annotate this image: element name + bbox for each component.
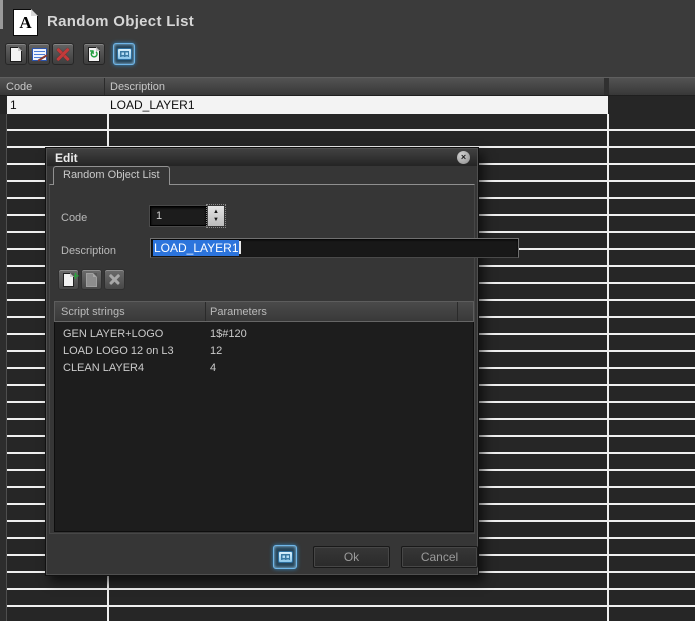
cell-script: GEN LAYER+LOGO <box>63 326 163 343</box>
ok-button[interactable]: Ok <box>313 546 390 568</box>
window-edge-highlight <box>0 0 3 29</box>
refresh-page-icon: ↻ <box>88 47 100 62</box>
script-row[interactable]: LOAD LOGO 12 on L3 12 <box>55 343 473 360</box>
code-label: Code <box>61 212 87 224</box>
edit-list-icon <box>32 48 47 61</box>
cancel-button[interactable]: Cancel <box>401 546 478 568</box>
dialog-keypad-button[interactable] <box>273 545 297 569</box>
dialog-title: Edit <box>55 151 78 165</box>
script-table-header: Script strings Parameters <box>54 301 474 322</box>
keypad-button[interactable] <box>113 43 135 65</box>
delete-icon <box>55 46 71 62</box>
description-input[interactable]: LOAD_LAYER1 <box>150 238 519 258</box>
column-header-parameters[interactable]: Parameters <box>210 302 267 322</box>
row-gutter <box>0 114 7 621</box>
delete-record-button[interactable] <box>52 43 74 65</box>
add-script-button[interactable]: + <box>58 269 79 290</box>
delete-script-button[interactable] <box>104 269 125 290</box>
description-label: Description <box>61 245 116 257</box>
keypad-icon <box>278 551 293 563</box>
new-record-button[interactable] <box>5 43 27 65</box>
column-header-code[interactable]: Code <box>6 78 32 96</box>
spinner-up-icon[interactable]: ▲ <box>213 208 219 216</box>
edit-script-button[interactable] <box>81 269 102 290</box>
selected-text: LOAD_LAYER1 <box>153 240 239 256</box>
script-header-divider[interactable] <box>205 302 206 321</box>
script-row[interactable]: CLEAN LAYER4 4 <box>55 360 473 377</box>
tab-random-object-list[interactable]: Random Object List <box>53 166 170 185</box>
plus-icon: + <box>72 269 79 283</box>
cell-code: 1 <box>10 96 17 114</box>
right-column-divider-line <box>607 114 609 621</box>
table-row-selected[interactable]: 1 LOAD_LAYER1 <box>7 96 608 114</box>
window-title: Random Object List <box>47 13 194 30</box>
table-row-strip: 1 LOAD_LAYER1 <box>0 96 695 114</box>
edit-record-button[interactable] <box>28 43 50 65</box>
cell-parameters: 12 <box>210 343 222 360</box>
cell-parameters: 1$#120 <box>210 326 247 343</box>
script-table: Script strings Parameters GEN LAYER+LOGO… <box>54 301 474 532</box>
header-spacer <box>604 78 609 95</box>
cell-parameters: 4 <box>210 360 216 377</box>
new-document-icon <box>10 47 22 62</box>
code-input[interactable]: 1 <box>150 206 207 226</box>
app-icon: A <box>13 9 38 36</box>
refresh-icon: ↻ <box>89 49 99 62</box>
close-icon[interactable]: × <box>457 151 470 164</box>
table-header: Code Description <box>0 77 695 96</box>
column-header-description[interactable]: Description <box>110 78 165 96</box>
edit-script-icon <box>86 273 97 287</box>
app-window: A Random Object List ↻ Code Description … <box>0 0 695 621</box>
column-header-script-strings[interactable]: Script strings <box>61 302 125 322</box>
edit-dialog: Edit × Random Object List Code 1 ▲ ▼ Des… <box>45 147 479 576</box>
text-caret <box>239 241 241 254</box>
keypad-icon <box>117 48 132 60</box>
delete-script-icon <box>108 273 121 286</box>
script-table-body[interactable]: GEN LAYER+LOGO 1$#120 LOAD LOGO 12 on L3… <box>54 322 474 532</box>
add-script-icon: + <box>63 273 74 287</box>
dialog-titlebar[interactable]: Edit × <box>47 149 477 166</box>
script-header-divider-2 <box>457 302 458 321</box>
page-fold-icon <box>31 9 38 16</box>
header-column-divider[interactable] <box>104 78 105 95</box>
refresh-button[interactable]: ↻ <box>83 43 105 65</box>
spinner-down-icon[interactable]: ▼ <box>213 216 219 224</box>
cell-script: LOAD LOGO 12 on L3 <box>63 343 174 360</box>
cell-script: CLEAN LAYER4 <box>63 360 144 377</box>
script-row[interactable]: GEN LAYER+LOGO 1$#120 <box>55 326 473 343</box>
code-spinner[interactable]: ▲ ▼ <box>208 206 224 226</box>
cell-description: LOAD_LAYER1 <box>110 96 195 114</box>
